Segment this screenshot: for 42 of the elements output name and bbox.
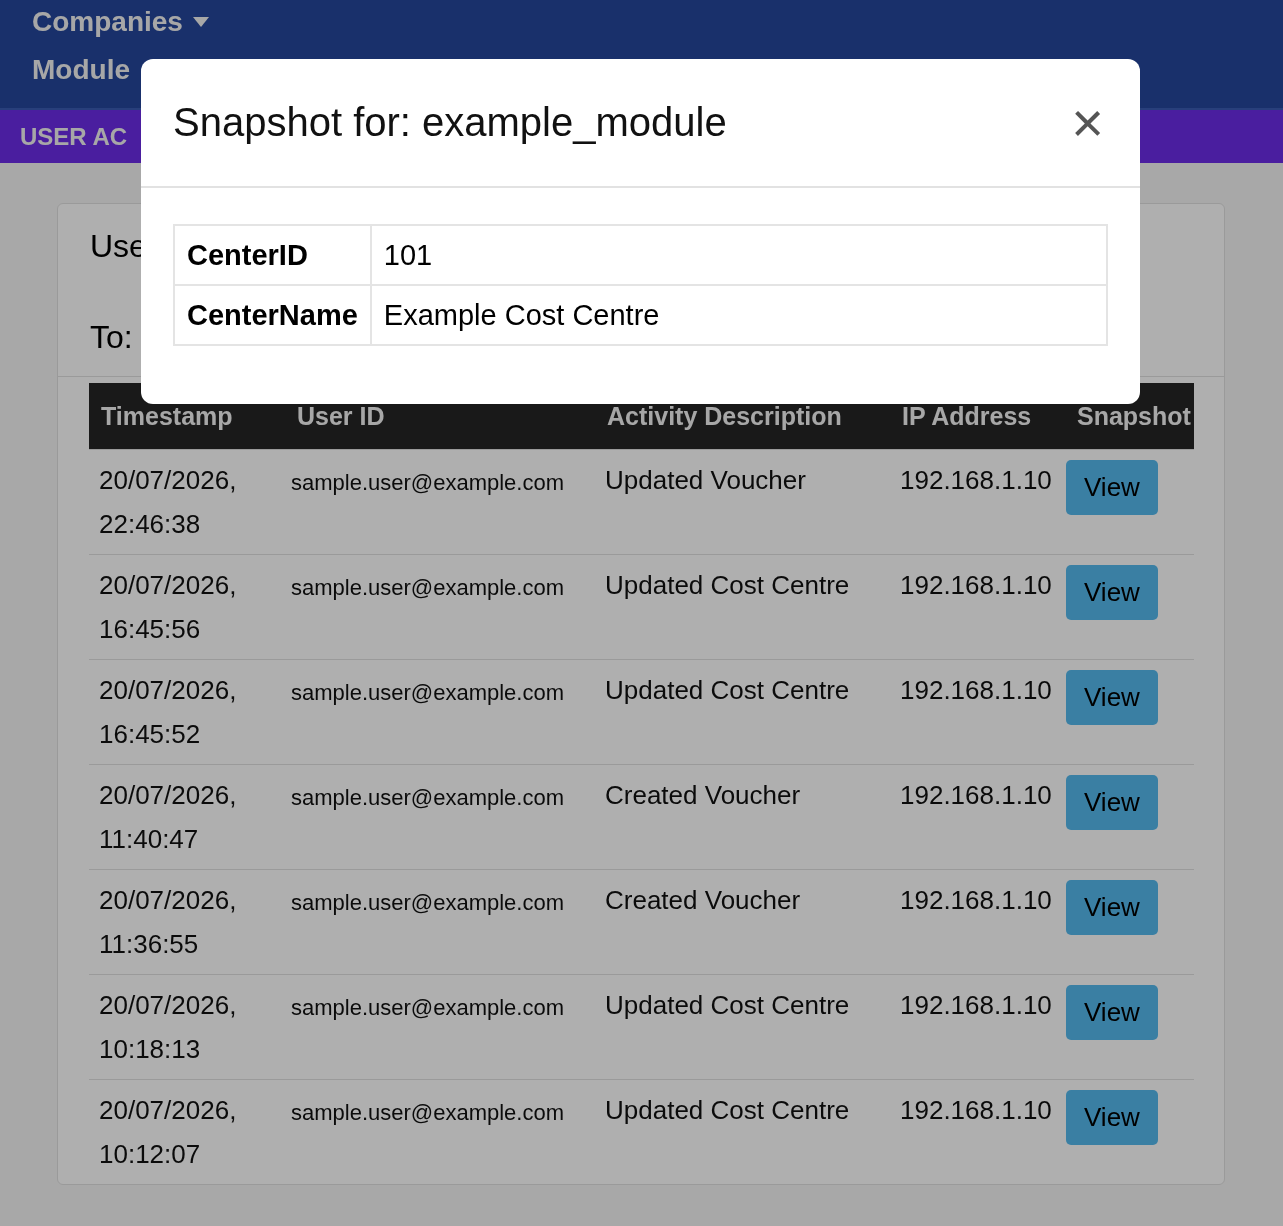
table-cell: 20/07/2026, 10:18:13 — [89, 974, 285, 1080]
table-cell: 192.168.1.10 — [890, 974, 1065, 1080]
table-cell: 20/07/2026, 16:45:52 — [89, 659, 285, 765]
view-button[interactable]: View — [1066, 670, 1158, 725]
table-cell: sample.user@example.com — [285, 1079, 595, 1184]
table-cell: sample.user@example.com — [285, 449, 595, 555]
view-button[interactable]: View — [1066, 565, 1158, 620]
table-cell: Updated Voucher — [595, 449, 890, 555]
table-cell: Created Voucher — [595, 764, 890, 870]
table-cell: 192.168.1.10 — [890, 1079, 1065, 1184]
view-button[interactable]: View — [1066, 460, 1158, 515]
table-cell: 192.168.1.10 — [890, 449, 1065, 555]
view-button[interactable]: View — [1066, 985, 1158, 1040]
field-value: Example Cost Centre — [370, 285, 1107, 345]
table-cell: 192.168.1.10 — [890, 869, 1065, 975]
table-cell: Updated Cost Centre — [595, 974, 890, 1080]
nav-link[interactable]: Companies — [32, 2, 1283, 42]
caret-icon — [192, 17, 209, 27]
table-cell: 20/07/2026, 10:12:07 — [89, 1079, 285, 1184]
field-name: CenterID — [174, 225, 371, 285]
table-cell: 192.168.1.10 — [890, 554, 1065, 660]
view-button[interactable]: View — [1066, 880, 1158, 935]
field-name: CenterName — [174, 285, 371, 345]
table-cell: sample.user@example.com — [285, 659, 595, 765]
table-cell: sample.user@example.com — [285, 869, 595, 975]
table-cell: sample.user@example.com — [285, 554, 595, 660]
table-cell: 20/07/2026, 11:36:55 — [89, 869, 285, 975]
table-cell: 20/07/2026, 11:40:47 — [89, 764, 285, 870]
table-cell: sample.user@example.com — [285, 764, 595, 870]
view-button[interactable]: View — [1066, 1090, 1158, 1145]
table-cell: Created Voucher — [595, 869, 890, 975]
table-cell: 192.168.1.10 — [890, 764, 1065, 870]
filter-label: To: — [90, 319, 133, 356]
table-cell: Updated Cost Centre — [595, 1079, 890, 1184]
table-cell: Updated Cost Centre — [595, 659, 890, 765]
field-value: 101 — [370, 225, 1107, 285]
table-cell: Updated Cost Centre — [595, 554, 890, 660]
table-cell: 20/07/2026, 16:45:56 — [89, 554, 285, 660]
table-cell: 192.168.1.10 — [890, 659, 1065, 765]
table-cell: sample.user@example.com — [285, 974, 595, 1080]
table-cell: 20/07/2026, 22:46:38 — [89, 449, 285, 555]
view-button[interactable]: View — [1066, 775, 1158, 830]
